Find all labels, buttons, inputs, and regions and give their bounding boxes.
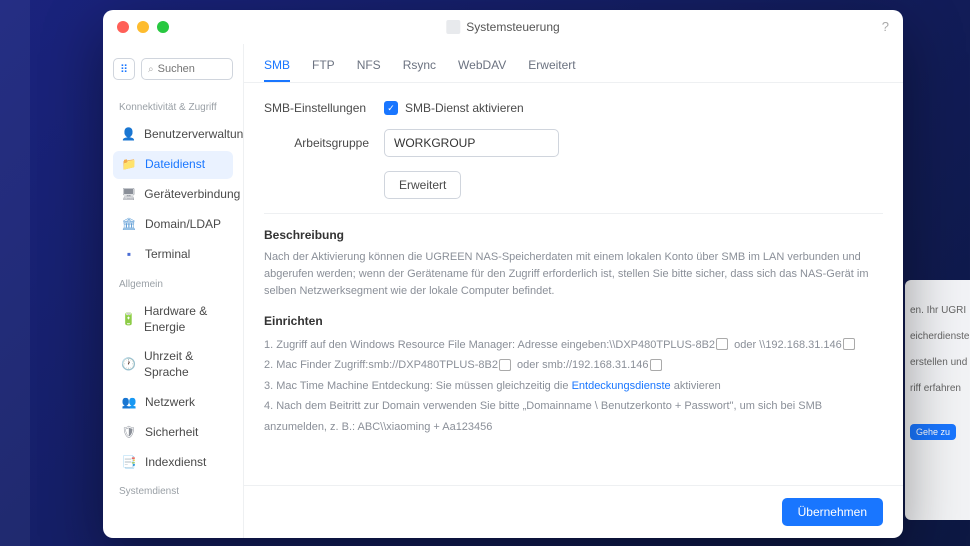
- sidebar-item-domain-ldap[interactable]: 🏛 Domain/LDAP: [113, 211, 233, 239]
- sidebar-item-device-connection[interactable]: 🖥 Geräteverbindung: [113, 181, 233, 209]
- sidebar-item-file-service[interactable]: 📁 Dateidienst: [113, 151, 233, 179]
- sidebar-item-label: Hardware & Energie: [144, 304, 225, 335]
- sidebar-item-index[interactable]: 📑 Indexdienst: [113, 448, 233, 476]
- clock-icon: 🕐: [121, 357, 136, 373]
- description-title: Beschreibung: [264, 228, 883, 242]
- sidebar: ⠿ ⌕ Konnektivität & Zugriff 👤 Benutzerve…: [103, 44, 243, 538]
- tab-ftp[interactable]: FTP: [312, 58, 335, 82]
- window-title: Systemsteuerung: [466, 20, 559, 34]
- sidebar-item-label: Dateidienst: [145, 157, 205, 173]
- workgroup-label: Arbeitsgruppe: [264, 136, 384, 150]
- sidebar-item-label: Terminal: [145, 247, 190, 263]
- tabs: SMB FTP NFS Rsync WebDAV Erweitert: [244, 44, 903, 83]
- sidebar-item-label: Sicherheit: [145, 425, 198, 441]
- copy-icon[interactable]: [845, 340, 855, 350]
- copy-icon[interactable]: [718, 340, 728, 350]
- minimize-window-button[interactable]: [137, 21, 149, 33]
- folder-icon: 📁: [121, 157, 137, 173]
- setup-line-2: 2. Mac Finder Zugriff:smb://DXP480TPLUS-…: [264, 355, 883, 375]
- copy-icon[interactable]: [652, 361, 662, 371]
- sidebar-item-user-management[interactable]: 👤 Benutzerverwaltung: [113, 121, 233, 149]
- sidebar-section-connectivity: Konnektivität & Zugriff: [113, 94, 233, 119]
- setup-line-1: 1. Zugriff auf den Windows Resource File…: [264, 335, 883, 355]
- help-icon[interactable]: ?: [882, 19, 889, 34]
- copy-icon[interactable]: [501, 361, 511, 371]
- advanced-button[interactable]: Erweitert: [384, 171, 461, 199]
- sidebar-section-general: Allgemein: [113, 271, 233, 296]
- sidebar-item-time-language[interactable]: 🕐 Uhrzeit & Sprache: [113, 343, 233, 386]
- app-grid-icon[interactable]: ⠿: [113, 58, 135, 80]
- tab-smb[interactable]: SMB: [264, 58, 290, 82]
- close-window-button[interactable]: [117, 21, 129, 33]
- search-box[interactable]: ⌕: [141, 58, 233, 80]
- hardware-icon: 🔋: [121, 312, 136, 328]
- setup-line-3: 3. Mac Time Machine Entdeckung: Sie müss…: [264, 376, 883, 396]
- setup-line-4: 4. Nach dem Beitritt zur Domain verwende…: [264, 396, 883, 437]
- background-panel: en. Ihr UGRI eicherdienste erstellen und…: [905, 280, 970, 520]
- window-icon: [446, 20, 460, 34]
- smb-settings-label: SMB-Einstellungen: [264, 101, 384, 115]
- divider: [264, 213, 883, 214]
- network-icon: 👥: [121, 394, 137, 410]
- sidebar-item-label: Indexdienst: [145, 455, 206, 471]
- sidebar-item-label: Domain/LDAP: [145, 217, 221, 233]
- control-panel-window: Systemsteuerung ? ⠿ ⌕ Konnektivität & Zu…: [103, 10, 903, 538]
- titlebar: Systemsteuerung ?: [103, 10, 903, 44]
- workgroup-input[interactable]: [384, 129, 559, 157]
- sidebar-item-label: Benutzerverwaltung: [144, 127, 243, 143]
- description-text: Nach der Aktivierung können die UGREEN N…: [264, 249, 883, 300]
- tab-rsync[interactable]: Rsync: [403, 58, 436, 82]
- sidebar-item-label: Geräteverbindung: [144, 187, 240, 203]
- sidebar-item-label: Uhrzeit & Sprache: [144, 349, 225, 380]
- smb-enable-label: SMB-Dienst aktivieren: [405, 101, 524, 115]
- device-icon: 🖥: [121, 187, 136, 203]
- sidebar-item-label: Netzwerk: [145, 395, 195, 411]
- search-icon: ⌕: [148, 64, 154, 75]
- maximize-window-button[interactable]: [157, 21, 169, 33]
- background-goto-button[interactable]: Gehe zu: [910, 424, 956, 440]
- index-icon: 📑: [121, 454, 137, 470]
- sidebar-item-hardware[interactable]: 🔋 Hardware & Energie: [113, 298, 233, 341]
- tab-advanced[interactable]: Erweitert: [528, 58, 575, 82]
- tab-webdav[interactable]: WebDAV: [458, 58, 506, 82]
- smb-enable-checkbox[interactable]: ✓: [384, 101, 398, 115]
- terminal-icon: ▪: [121, 247, 137, 263]
- sidebar-section-system: Systemdienst: [113, 478, 233, 503]
- apply-button[interactable]: Übernehmen: [782, 498, 883, 526]
- search-input[interactable]: [158, 63, 226, 75]
- setup-title: Einrichten: [264, 314, 883, 328]
- discovery-services-link[interactable]: Entdeckungsdienste: [572, 380, 671, 392]
- sidebar-item-network[interactable]: 👥 Netzwerk: [113, 388, 233, 416]
- domain-icon: 🏛: [121, 217, 137, 233]
- shield-icon: 🛡: [121, 424, 137, 440]
- sidebar-item-security[interactable]: 🛡 Sicherheit: [113, 418, 233, 446]
- sidebar-item-terminal[interactable]: ▪ Terminal: [113, 241, 233, 269]
- user-icon: 👤: [121, 127, 136, 143]
- tab-nfs[interactable]: NFS: [357, 58, 381, 82]
